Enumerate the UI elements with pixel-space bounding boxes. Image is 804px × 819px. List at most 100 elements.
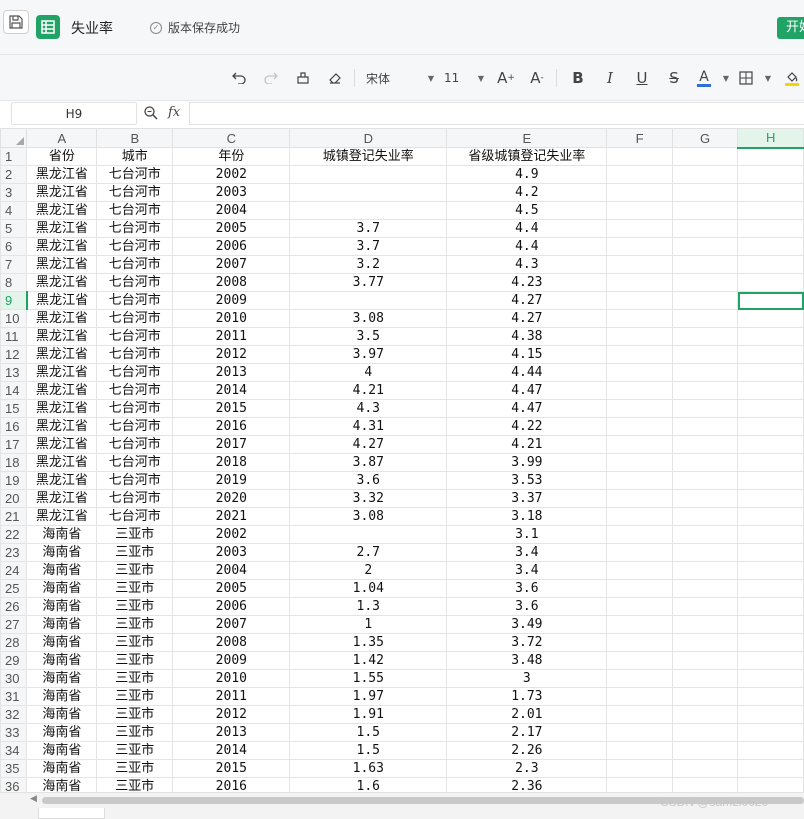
cell-a[interactable]: 黑龙江省 <box>26 219 98 238</box>
cell-g[interactable] <box>671 489 739 508</box>
bold-button[interactable]: B <box>569 67 587 89</box>
cell-b[interactable]: 七台河市 <box>96 453 174 472</box>
cell-f[interactable] <box>606 183 673 202</box>
cell-a[interactable]: 海南省 <box>26 759 98 778</box>
cell-f[interactable] <box>606 327 673 346</box>
cell-f[interactable] <box>606 435 673 454</box>
cell-b[interactable]: 七台河市 <box>96 255 174 274</box>
cell-b[interactable]: 七台河市 <box>96 309 174 328</box>
cell-a[interactable]: 黑龙江省 <box>26 399 98 418</box>
cell-g[interactable] <box>671 309 739 328</box>
cell-c[interactable]: 2008 <box>172 273 291 292</box>
cell-f[interactable] <box>606 705 673 724</box>
cell-c[interactable]: 2018 <box>172 453 291 472</box>
cell-h[interactable] <box>737 705 804 724</box>
cell-e[interactable]: 3.99 <box>446 453 608 472</box>
cell-a[interactable]: 海南省 <box>26 561 98 580</box>
cell-c[interactable]: 2002 <box>172 525 291 544</box>
cell-d[interactable]: 3.08 <box>289 309 448 328</box>
cell-c[interactable]: 2006 <box>172 237 291 256</box>
cell-a[interactable]: 省份 <box>26 147 98 166</box>
cell-c[interactable]: 2019 <box>172 471 291 490</box>
cell-a[interactable]: 黑龙江省 <box>26 237 98 256</box>
row-header[interactable]: 22 <box>0 525 28 544</box>
cell-a[interactable]: 黑龙江省 <box>26 327 98 346</box>
cell-c[interactable]: 2006 <box>172 597 291 616</box>
cell-d[interactable]: 1.04 <box>289 579 448 598</box>
cell-g[interactable] <box>671 705 739 724</box>
cell-e[interactable]: 2.17 <box>446 723 608 742</box>
cell-e[interactable]: 3 <box>446 669 608 688</box>
row-header[interactable]: 15 <box>0 399 28 418</box>
cell-f[interactable] <box>606 417 673 436</box>
cell-d[interactable]: 1.55 <box>289 669 448 688</box>
cell-c[interactable]: 2005 <box>172 579 291 598</box>
cell-b[interactable]: 三亚市 <box>96 615 174 634</box>
cell-g[interactable] <box>671 759 739 778</box>
cell-b[interactable]: 七台河市 <box>96 237 174 256</box>
cell-g[interactable] <box>671 579 739 598</box>
cell-f[interactable] <box>606 615 673 634</box>
cell-c[interactable]: 2011 <box>172 327 291 346</box>
cell-h[interactable] <box>737 327 804 346</box>
cell-g[interactable] <box>671 507 739 526</box>
cell-d[interactable]: 2 <box>289 561 448 580</box>
cell-d[interactable]: 3.7 <box>289 219 448 238</box>
cell-e[interactable]: 4.5 <box>446 201 608 220</box>
cell-g[interactable] <box>671 291 739 310</box>
cell-g[interactable] <box>671 201 739 220</box>
cell-a[interactable]: 海南省 <box>26 777 98 792</box>
cell-a[interactable]: 黑龙江省 <box>26 201 98 220</box>
cell-a[interactable]: 海南省 <box>26 597 98 616</box>
cell-e[interactable]: 4.9 <box>446 165 608 184</box>
cell-h[interactable] <box>737 615 804 634</box>
cell-f[interactable] <box>606 345 673 364</box>
cell-f[interactable] <box>606 165 673 184</box>
cell-g[interactable] <box>671 345 739 364</box>
cell-f[interactable] <box>606 399 673 418</box>
row-header[interactable]: 3 <box>0 183 28 202</box>
sheet-app-icon[interactable] <box>36 15 60 39</box>
cell-e[interactable]: 3.37 <box>446 489 608 508</box>
cell-h[interactable] <box>737 759 804 778</box>
cell-h[interactable] <box>737 165 804 184</box>
row-header[interactable]: 32 <box>0 705 28 724</box>
cell-b[interactable]: 三亚市 <box>96 579 174 598</box>
cell-b[interactable]: 七台河市 <box>96 363 174 382</box>
cell-b[interactable]: 七台河市 <box>96 507 174 526</box>
cell-c[interactable]: 2012 <box>172 705 291 724</box>
cell-g[interactable] <box>671 381 739 400</box>
cell-h[interactable] <box>737 219 804 238</box>
cell-c[interactable]: 2015 <box>172 759 291 778</box>
cell-c[interactable]: 2021 <box>172 507 291 526</box>
cell-f[interactable] <box>606 507 673 526</box>
cell-a[interactable]: 黑龙江省 <box>26 255 98 274</box>
cell-a[interactable]: 黑龙江省 <box>26 309 98 328</box>
row-header[interactable]: 24 <box>0 561 28 580</box>
cell-a[interactable]: 海南省 <box>26 723 98 742</box>
cell-g[interactable] <box>671 165 739 184</box>
row-header[interactable]: 2 <box>0 165 28 184</box>
cell-d[interactable]: 4 <box>289 363 448 382</box>
cell-g[interactable] <box>671 183 739 202</box>
cell-c[interactable]: 2005 <box>172 219 291 238</box>
cell-e[interactable]: 3.4 <box>446 543 608 562</box>
cell-e[interactable]: 4.47 <box>446 381 608 400</box>
cell-b[interactable]: 七台河市 <box>96 381 174 400</box>
cell-c[interactable]: 2016 <box>172 417 291 436</box>
cell-d[interactable]: 4.21 <box>289 381 448 400</box>
cell-c[interactable]: 2007 <box>172 255 291 274</box>
cell-f[interactable] <box>606 759 673 778</box>
cell-d[interactable]: 1.63 <box>289 759 448 778</box>
cell-a[interactable]: 黑龙江省 <box>26 489 98 508</box>
cell-h[interactable] <box>737 147 804 166</box>
cell-a[interactable]: 黑龙江省 <box>26 435 98 454</box>
cell-d[interactable]: 3.32 <box>289 489 448 508</box>
row-header[interactable]: 9 <box>0 291 29 310</box>
cell-f[interactable] <box>606 723 673 742</box>
cell-g[interactable] <box>671 273 739 292</box>
cell-d[interactable]: 1.5 <box>289 741 448 760</box>
cell-h[interactable] <box>737 399 804 418</box>
cell-b[interactable]: 三亚市 <box>96 687 174 706</box>
cell-d[interactable]: 1.3 <box>289 597 448 616</box>
